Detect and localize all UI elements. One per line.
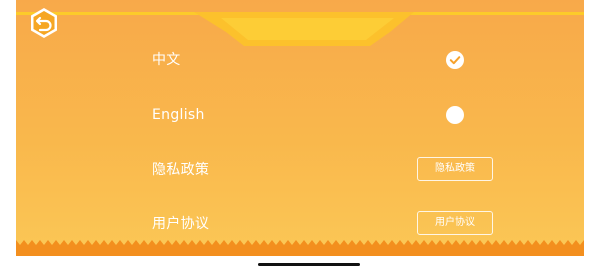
checkmark-icon — [449, 56, 461, 65]
language-english-label: English — [152, 107, 205, 123]
home-indicator[interactable] — [258, 263, 360, 266]
zigzag-border — [16, 240, 584, 246]
user-agreement-label: 用户协议 — [152, 216, 210, 232]
back-arrow-icon — [31, 8, 57, 38]
language-chinese-radio-selected[interactable] — [446, 51, 464, 69]
user-agreement-button[interactable]: 用户协议 — [417, 211, 493, 235]
settings-screen: 中文 English 隐私政策 隐私政策 用户协议 用户协议 — [0, 0, 600, 270]
language-english-radio[interactable] — [446, 106, 464, 124]
top-header-banner — [194, 12, 414, 46]
privacy-policy-label: 隐私政策 — [152, 162, 210, 178]
settings-panel: 中文 English 隐私政策 隐私政策 用户协议 用户协议 — [16, 0, 584, 256]
privacy-policy-button[interactable]: 隐私政策 — [417, 157, 493, 181]
language-chinese-label: 中文 — [152, 52, 181, 68]
back-button[interactable] — [28, 7, 60, 39]
